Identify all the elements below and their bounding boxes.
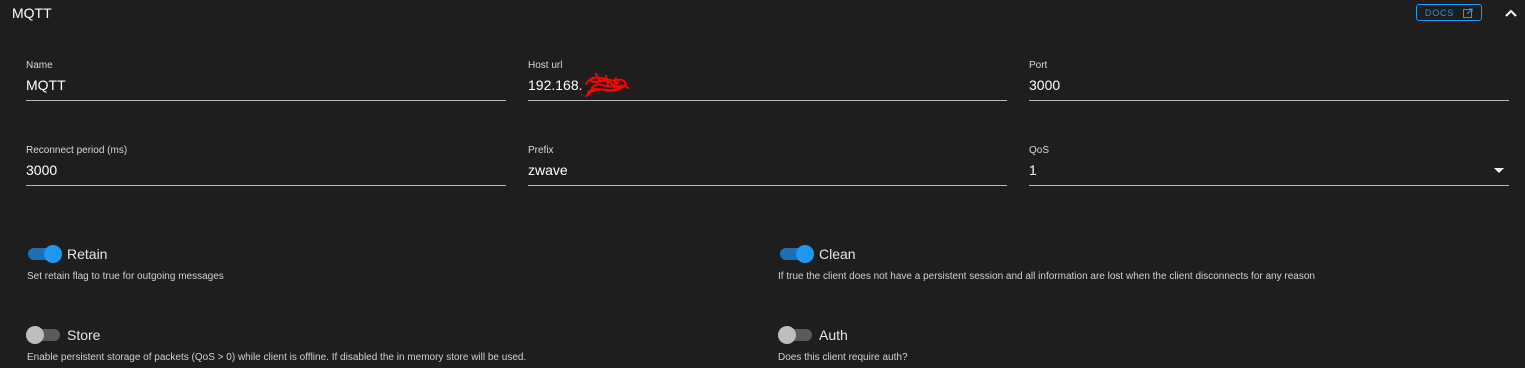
retain-label: Retain [67,246,108,262]
name-field[interactable]: Name [26,60,506,101]
reconnect-period-input[interactable] [26,162,506,178]
retain-toggle[interactable] [26,244,62,264]
chevron-up-icon[interactable] [1501,5,1521,21]
open-in-new-icon [1463,8,1473,18]
name-input[interactable] [26,77,506,93]
port-field[interactable]: Port [1029,60,1509,101]
auth-label: Auth [819,327,848,343]
auth-hint: Does this client require auth? [778,352,908,363]
clean-label: Clean [819,246,856,262]
prefix-field[interactable]: Prefix [528,145,1007,186]
store-toggle-thumb [26,326,44,344]
caret-down-icon[interactable] [1494,168,1504,173]
retain-hint: Set retain flag to true for outgoing mes… [27,271,224,282]
name-label: Name [26,60,53,71]
port-label: Port [1029,60,1048,71]
store-switch-row[interactable]: Store [26,325,100,345]
panel-header[interactable]: MQTT DOCS [0,0,1525,28]
reconnect-period-label: Reconnect period (ms) [26,145,128,156]
clean-switch-row[interactable]: Clean [778,244,856,264]
store-label: Store [67,327,101,343]
port-input[interactable] [1029,77,1509,93]
panel-title: MQTT [12,5,52,21]
qos-value[interactable]: 1 [1029,162,1509,178]
auth-toggle-thumb [778,326,796,344]
qos-select[interactable]: QoS 1 [1029,145,1509,186]
clean-hint: If true the client does not have a persi… [778,271,1315,282]
docs-button[interactable]: DOCS [1416,4,1482,21]
auth-toggle[interactable] [778,325,814,345]
host-url-label: Host url [528,60,563,71]
retain-toggle-thumb [44,245,62,263]
prefix-input[interactable] [528,162,1007,178]
redaction-scribble [585,73,629,97]
store-toggle[interactable] [26,325,62,345]
reconnect-period-field[interactable]: Reconnect period (ms) [26,145,506,186]
mqtt-settings-panel: MQTT DOCS Name Host url Port Reconnect p… [0,0,1525,368]
prefix-label: Prefix [528,145,554,156]
clean-toggle[interactable] [778,244,814,264]
docs-button-label: DOCS [1424,7,1455,18]
qos-label: QoS [1029,145,1050,156]
store-hint: Enable persistent storage of packets (Qo… [27,352,527,363]
clean-toggle-thumb [796,245,814,263]
auth-switch-row[interactable]: Auth [778,325,848,345]
retain-switch-row[interactable]: Retain [26,244,107,264]
